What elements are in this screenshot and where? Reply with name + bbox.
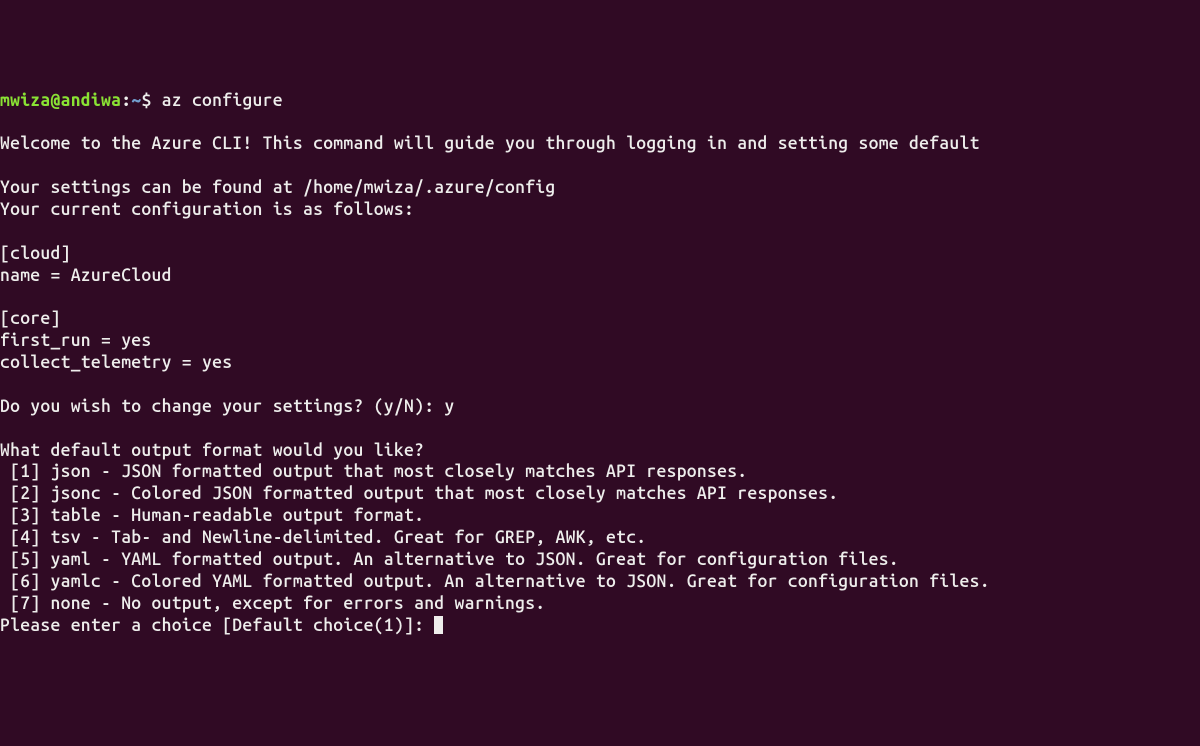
output-settings-path: Your settings can be found at /home/mwiz… — [0, 178, 556, 197]
output-format-question: What default output format would you lik… — [0, 441, 424, 460]
prompt-host: andiwa — [61, 91, 122, 110]
command-text: az configure — [162, 91, 283, 110]
cursor-icon — [434, 616, 443, 634]
prompt-at: @ — [51, 91, 61, 110]
output-core-header: [core] — [0, 309, 61, 328]
output-option-7: [7] none - No output, except for errors … — [0, 594, 545, 613]
prompt-dollar: $ — [141, 91, 151, 110]
output-cloud-name: name = AzureCloud — [0, 266, 172, 285]
output-option-1: [1] json - JSON formatted output that mo… — [0, 462, 747, 481]
output-option-3: [3] table - Human-readable output format… — [0, 506, 424, 525]
prompt-path: ~ — [131, 91, 141, 110]
output-cloud-header: [cloud] — [0, 244, 71, 263]
output-enter-choice: Please enter a choice [Default choice(1)… — [0, 616, 434, 635]
output-option-6: [6] yamlc - Colored YAML formatted outpu… — [0, 572, 990, 591]
prompt-colon: : — [121, 91, 131, 110]
terminal[interactable]: mwiza@andiwa:~$ az configure Welcome to … — [0, 90, 1200, 637]
output-current-config: Your current configuration is as follows… — [0, 200, 414, 219]
output-option-4: [4] tsv - Tab- and Newline-delimited. Gr… — [0, 528, 646, 547]
prompt-user: mwiza — [0, 91, 51, 110]
output-welcome: Welcome to the Azure CLI! This command w… — [0, 134, 980, 153]
output-option-2: [2] jsonc - Colored JSON formatted outpu… — [0, 484, 838, 503]
output-option-5: [5] yaml - YAML formatted output. An alt… — [0, 550, 899, 569]
output-core-telemetry: collect_telemetry = yes — [0, 353, 232, 372]
output-change-prompt: Do you wish to change your settings? (y/… — [0, 397, 455, 416]
command-input — [152, 91, 162, 110]
output-core-first-run: first_run = yes — [0, 331, 152, 350]
